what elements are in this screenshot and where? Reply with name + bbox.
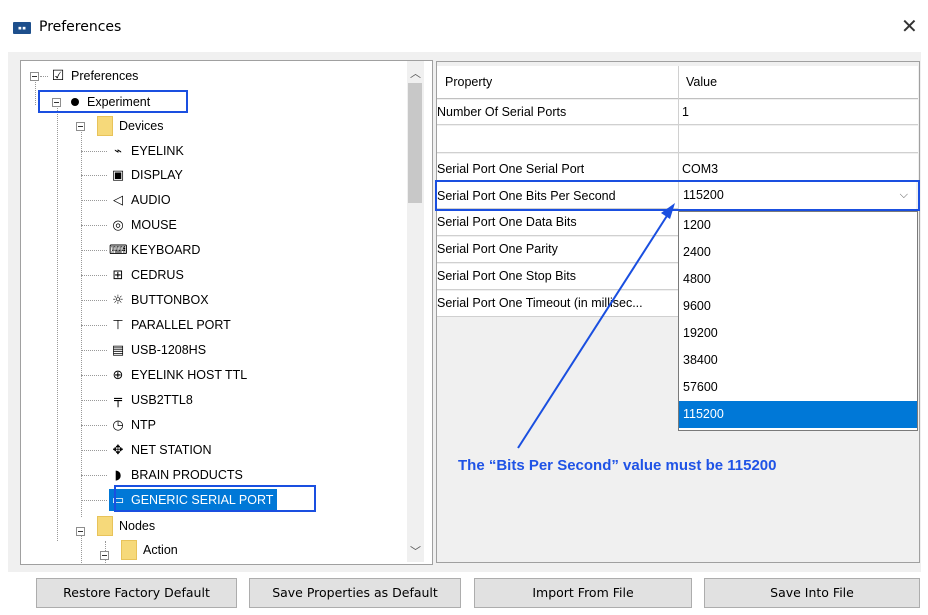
- cedrus-icon: ⊞: [112, 267, 124, 283]
- eyelink-host-ttl-icon: ⊕: [112, 367, 124, 383]
- display-icon: ▣: [111, 167, 125, 183]
- collapse-toggle-devices[interactable]: [76, 122, 85, 131]
- tree-device-label: MOUSE: [131, 218, 177, 232]
- tree-device-keyboard[interactable]: ⌨ KEYBOARD: [109, 239, 200, 261]
- collapse-toggle-preferences[interactable]: [30, 72, 39, 81]
- ntp-icon: ◷: [112, 417, 124, 433]
- annotation-text: The “Bits Per Second” value must be 1152…: [458, 457, 777, 474]
- tree-label-preferences: Preferences: [71, 69, 139, 83]
- tree-device-ntp[interactable]: ◷ NTP: [109, 414, 156, 436]
- tree-node-preferences[interactable]: ☑ Preferences: [49, 65, 139, 87]
- tree-device-mouse[interactable]: ◎ MOUSE: [109, 214, 177, 236]
- scroll-thumb[interactable]: [408, 83, 422, 203]
- dropdown-option[interactable]: 57600: [679, 374, 917, 401]
- folder-icon: [97, 116, 113, 136]
- title-bar: ▪▪ Preferences ✕: [0, 0, 928, 52]
- header-property: Property: [445, 75, 493, 89]
- tree-device-usb2ttl8[interactable]: ╤ USB2TTL8: [109, 389, 193, 411]
- property-value: 1: [682, 105, 689, 119]
- dropdown-option[interactable]: 2400: [679, 239, 917, 266]
- tree-label-nodes: Nodes: [119, 519, 156, 533]
- parallel-port-icon: ⊤: [112, 317, 124, 333]
- tree-device-label: KEYBOARD: [131, 243, 201, 257]
- dropdown-option[interactable]: 4800: [679, 266, 917, 293]
- property-row[interactable]: Serial Port One Parity: [437, 237, 679, 263]
- tree-device-parallel-port[interactable]: ⊤ PARALLEL PORT: [109, 314, 231, 336]
- tree-device-brain-products[interactable]: ◗ BRAIN PRODUCTS: [109, 464, 243, 486]
- buttonbox-icon: ☼: [112, 292, 124, 308]
- property-row[interactable]: Serial Port One Timeout (in millisec...: [437, 291, 679, 317]
- tree-node-devices[interactable]: Devices: [97, 115, 163, 137]
- tree-device-label: PARALLEL PORT: [131, 318, 231, 332]
- header-value: Value: [686, 75, 718, 89]
- highlight-experiment: [38, 90, 188, 113]
- mouse-icon: ◎: [112, 217, 124, 233]
- highlight-bits-per-second-row: [435, 180, 920, 211]
- keyboard-icon: ⌨: [109, 242, 128, 258]
- tree-label-action: Action: [143, 543, 178, 557]
- dropdown-option-selected[interactable]: 115200: [679, 401, 917, 428]
- eyelink-icon: ⌁: [114, 143, 122, 159]
- tree-device-usb-1208hs[interactable]: ▤ USB-1208HS: [109, 339, 206, 361]
- import-from-file-button[interactable]: Import From File: [474, 578, 692, 608]
- restore-factory-default-button[interactable]: Restore Factory Default: [36, 578, 237, 608]
- tree-device-label: DISPLAY: [131, 168, 183, 182]
- tree-device-label: USB2TTL8: [131, 393, 193, 407]
- usb-1208hs-icon: ▤: [111, 342, 125, 358]
- tree-device-label: EYELINK HOST TTL: [131, 368, 248, 382]
- tree-device-audio[interactable]: ◁ AUDIO: [109, 189, 171, 211]
- collapse-toggle-nodes[interactable]: [76, 527, 85, 536]
- tree-device-display[interactable]: ▣ DISPLAY: [109, 164, 183, 186]
- property-name: Serial Port One Serial Port: [437, 162, 585, 176]
- tree-scrollbar[interactable]: ︿ ﹀: [407, 61, 424, 562]
- tree-node-action[interactable]: Action: [121, 539, 178, 561]
- property-name: Number Of Serial Ports: [437, 105, 567, 119]
- bits-per-second-dropdown: 1200 2400 4800 9600 19200 38400 57600 11…: [678, 211, 918, 431]
- audio-icon: ◁: [113, 192, 123, 208]
- app-icon: ▪▪: [13, 22, 31, 34]
- tree-device-label: NET STATION: [131, 443, 212, 457]
- tree-device-label: USB-1208HS: [131, 343, 207, 357]
- property-row[interactable]: Serial Port One Stop Bits: [437, 264, 679, 290]
- dropdown-option[interactable]: 19200: [679, 320, 917, 347]
- tree-device-label: BRAIN PRODUCTS: [131, 468, 243, 482]
- property-name: Serial Port One Parity: [437, 242, 558, 256]
- tree-device-label: EYELINK: [131, 144, 184, 158]
- collapse-toggle-action[interactable]: [100, 551, 109, 560]
- tree-device-label: BUTTONBOX: [131, 293, 209, 307]
- save-into-file-button[interactable]: Save Into File: [704, 578, 920, 608]
- dropdown-option[interactable]: 9600: [679, 293, 917, 320]
- checkbox-checked-icon: ☑: [51, 68, 65, 84]
- tree-device-eyelink[interactable]: ⌁ EYELINK: [109, 140, 184, 162]
- tree-device-net-station[interactable]: ✥ NET STATION: [109, 439, 212, 461]
- property-name: Serial Port One Timeout (in millisec...: [437, 296, 643, 310]
- property-row[interactable]: Serial Port One Data Bits: [437, 210, 679, 236]
- tree-device-label: AUDIO: [131, 193, 171, 207]
- property-name: Serial Port One Stop Bits: [437, 269, 576, 283]
- dropdown-option[interactable]: 38400: [679, 347, 917, 374]
- folder-icon: [121, 540, 137, 560]
- property-value: COM3: [682, 162, 719, 176]
- tree-device-buttonbox[interactable]: ☼ BUTTONBOX: [109, 289, 209, 311]
- folder-icon: [97, 516, 113, 536]
- tree-device-cedrus[interactable]: ⊞ CEDRUS: [109, 264, 184, 286]
- tree-device-label: NTP: [131, 418, 156, 432]
- dropdown-option[interactable]: 1200: [679, 212, 917, 239]
- brain-products-icon: ◗: [114, 467, 122, 483]
- tree-device-eyelink-host-ttl[interactable]: ⊕ EYELINK HOST TTL: [109, 364, 248, 386]
- save-properties-default-button[interactable]: Save Properties as Default: [249, 578, 461, 608]
- net-station-icon: ✥: [112, 442, 124, 458]
- property-name: Serial Port One Data Bits: [437, 215, 577, 229]
- highlight-generic-serial-port: [114, 485, 316, 512]
- tree-label-devices: Devices: [119, 119, 164, 133]
- usb2ttl8-icon: ╤: [114, 392, 122, 408]
- tree-device-label: CEDRUS: [131, 268, 184, 282]
- window-title: Preferences: [39, 19, 122, 35]
- scroll-down-icon[interactable]: ﹀: [410, 543, 421, 559]
- close-icon[interactable]: ✕: [901, 14, 918, 38]
- tree-node-nodes[interactable]: Nodes: [97, 515, 155, 537]
- scroll-up-icon[interactable]: ︿: [410, 65, 421, 81]
